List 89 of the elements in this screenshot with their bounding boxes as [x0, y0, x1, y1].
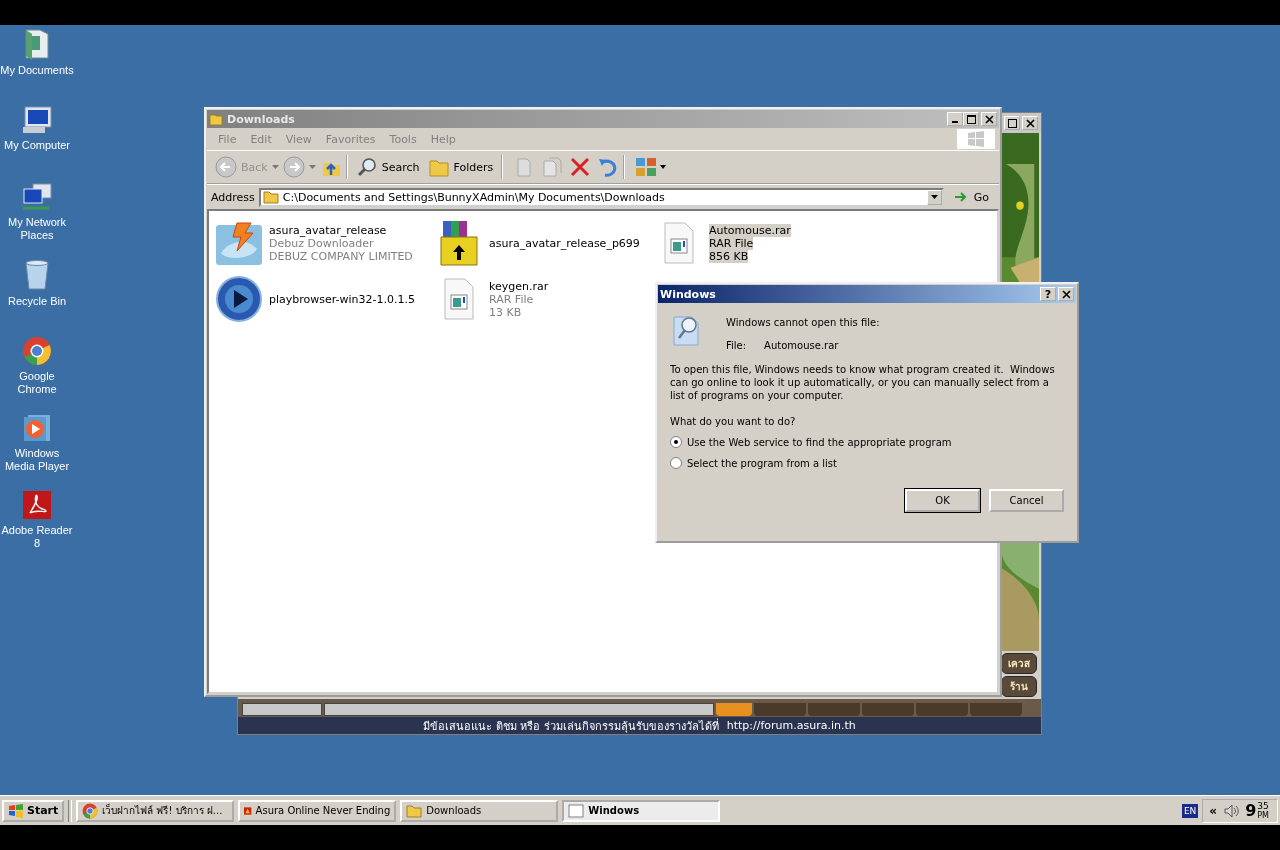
maximize-button[interactable]	[963, 112, 979, 126]
restore-button[interactable]	[1004, 116, 1020, 130]
caret-icon[interactable]	[308, 165, 316, 169]
language-indicator[interactable]: EN	[1181, 803, 1199, 818]
trash-bin-icon[interactable]	[23, 259, 51, 291]
file-name-value: Automouse.rar	[764, 340, 839, 351]
game-menu-button[interactable]: เควส	[1001, 653, 1037, 674]
clock-minute: 35	[1257, 801, 1269, 811]
forum-link[interactable]: http://forum.asura.in.th	[726, 719, 856, 732]
address-label: Address	[211, 190, 255, 204]
media-player-icon[interactable]	[22, 413, 52, 443]
chat-input-field[interactable]	[324, 703, 714, 716]
flag-icon	[967, 131, 985, 147]
dialog-button[interactable]: Cancel	[989, 489, 1064, 512]
chrome-icon	[82, 802, 99, 819]
dialog-heading: Windows cannot open this file:	[726, 317, 880, 328]
taskbar-button[interactable]: Asura Online Never Ending	[238, 799, 397, 822]
file-detail: Debuz Downloader	[269, 236, 374, 250]
flag-icon	[8, 803, 24, 818]
close-button[interactable]	[1058, 287, 1074, 301]
desktop-icon-label[interactable]: My Computer	[4, 139, 70, 152]
monitor-icon[interactable]	[21, 105, 53, 135]
radio-label[interactable]: Select the program from a list	[687, 457, 837, 469]
clock-hour: 9	[1245, 801, 1257, 820]
window-icon	[568, 802, 585, 819]
file-search-icon	[672, 313, 702, 347]
restore-icon	[1007, 118, 1017, 128]
file-name[interactable]: Automouse.rar	[709, 223, 791, 237]
start-button[interactable]: Start	[2, 799, 65, 822]
desktop-icon-label[interactable]: My Documents	[0, 64, 74, 77]
taskbar-button[interactable]: เว็บฝากไฟล์ ฟรี! บริการ ฝ...	[76, 799, 235, 822]
caret-icon	[930, 195, 938, 199]
game-menu-button[interactable]: ร้าน	[1001, 676, 1037, 697]
play-button-icon[interactable]	[215, 275, 263, 323]
go-button[interactable]: Go	[947, 187, 995, 207]
file-name[interactable]: asura_avatar_release	[269, 223, 387, 237]
close-button[interactable]	[981, 112, 997, 126]
status-message: มีข้อเสนอแนะ ติชม หรือ ร่วมเล่นกิจกรรมลุ้นรับของรางวัลได้ที่	[423, 717, 719, 735]
dialog-button[interactable]: OK	[905, 489, 980, 512]
caret-icon[interactable]	[271, 165, 279, 169]
minimize-button[interactable]	[947, 112, 963, 126]
folder-icon	[262, 190, 279, 204]
desktop-icon-label[interactable]: Adobe Reader 8	[0, 524, 74, 550]
speaker-icon[interactable]	[1223, 802, 1240, 819]
desktop-icon-label[interactable]: Recycle Bin	[7, 295, 67, 308]
arrow-icon	[953, 191, 968, 203]
file-name[interactable]: asura_avatar_release_p699	[489, 236, 640, 250]
close-icon	[1061, 289, 1071, 299]
file-detail: 13 KB	[489, 305, 522, 319]
folders-button[interactable]: Folders	[423, 154, 498, 180]
radio-button[interactable]	[670, 436, 682, 448]
forward-icon[interactable]	[282, 156, 305, 178]
file-label: File:	[726, 340, 747, 351]
close-icon	[984, 114, 994, 124]
dialog-question: What do you want to do?	[670, 416, 797, 427]
maximize-icon	[966, 114, 976, 124]
radio-label[interactable]: Use the Web service to find the appropriate program	[687, 436, 952, 448]
radio-button[interactable]	[670, 457, 682, 469]
documents-folder-icon[interactable]	[22, 28, 52, 60]
minimize-icon	[952, 121, 958, 123]
dialog-message: To open this file, Windows needs to know what program created it. Windows can go online to look it up automatically, or you can manually select from a list of programs on your computer.	[670, 363, 1056, 402]
close-icon	[1025, 118, 1035, 128]
desktop-icon-label[interactable]: My Network Places	[0, 216, 74, 242]
folder-icon	[406, 802, 423, 819]
chat-field[interactable]	[242, 703, 322, 716]
clock-period: PM	[1257, 810, 1269, 820]
views-icon[interactable]	[635, 156, 668, 178]
file-name[interactable]: keygen.rar	[489, 279, 549, 293]
network-computers-icon[interactable]	[21, 182, 53, 212]
taskbar-button[interactable]: Windows	[562, 799, 721, 822]
installer-icon[interactable]	[215, 219, 263, 267]
file-detail: RAR File	[489, 292, 534, 306]
pdf-reader-icon[interactable]	[22, 490, 52, 520]
search-button[interactable]: Search	[351, 154, 424, 180]
close-button[interactable]	[1022, 116, 1038, 130]
help-button[interactable]: ?	[1040, 287, 1056, 301]
desktop-icon-label[interactable]: Google Chrome	[0, 370, 74, 396]
delete-icon[interactable]	[569, 156, 592, 178]
show-hidden-icons-button[interactable]: «	[1209, 803, 1218, 818]
window-title: Downloads	[227, 112, 295, 126]
file-detail: DEBUZ COMPANY LIMITED	[269, 249, 413, 263]
dropdown-button[interactable]	[926, 189, 942, 205]
file-name[interactable]: playbrowser-win32-1.0.1.5	[269, 292, 416, 306]
taskbar-button[interactable]: Downloads	[400, 799, 559, 822]
desktop-icon-label[interactable]: Windows Media Player	[0, 447, 74, 473]
dialog-title: Windows	[660, 287, 716, 301]
search-icon	[355, 156, 378, 178]
chrome-icon[interactable]	[22, 336, 52, 366]
folder-icon	[209, 112, 223, 126]
